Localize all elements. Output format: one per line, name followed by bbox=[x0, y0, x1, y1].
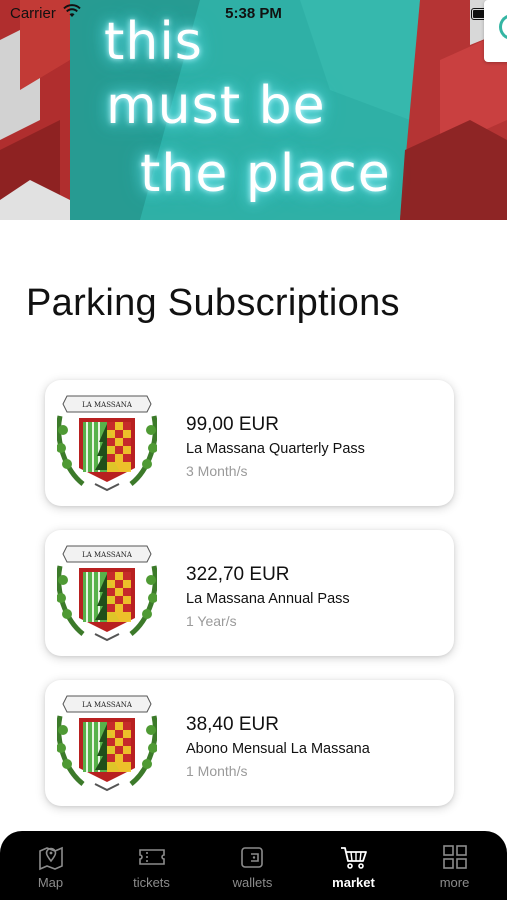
neon-line-3: the place bbox=[140, 144, 391, 204]
tab-market[interactable]: market bbox=[303, 831, 404, 900]
brand-badge bbox=[484, 0, 507, 62]
subscription-name: La Massana Quarterly Pass bbox=[186, 441, 365, 457]
subscription-price: 322,70 EUR bbox=[186, 564, 290, 585]
subscription-duration: 1 Month/s bbox=[186, 763, 248, 779]
subscription-duration: 3 Month/s bbox=[186, 463, 248, 479]
tab-tickets[interactable]: tickets bbox=[101, 831, 202, 900]
logo-text: LA MASSANA bbox=[82, 701, 133, 709]
subscription-card[interactable]: LA MASSANA 99,00 EUR La Massana Quarterl… bbox=[45, 380, 454, 506]
subscription-duration: 1 Year/s bbox=[186, 613, 237, 629]
tab-label: market bbox=[332, 875, 375, 890]
subscription-card[interactable]: LA MASSANA 38,40 EUR Abono Mensual La Ma… bbox=[45, 680, 454, 806]
la-massana-coat-of-arms-icon: LA MASSANA bbox=[57, 695, 157, 792]
tab-label: more bbox=[439, 875, 470, 890]
subscription-price: 38,40 EUR bbox=[186, 714, 279, 735]
la-massana-coat-of-arms-icon: LA MASSANA bbox=[57, 545, 157, 642]
grid-icon bbox=[443, 845, 467, 869]
ticket-icon bbox=[139, 849, 165, 865]
subscription-card[interactable]: LA MASSANA 322,70 EUR La Massana Annual … bbox=[45, 530, 454, 656]
tab-label: wallets bbox=[232, 875, 273, 890]
tab-bar: Map tickets wallets market more bbox=[0, 831, 507, 900]
wallet-icon bbox=[241, 847, 263, 868]
status-time: 5:38 PM bbox=[225, 5, 282, 22]
tab-map[interactable]: Map bbox=[0, 831, 101, 900]
hero-banner: this must be the place Carrier 5:38 PM bbox=[0, 0, 507, 220]
neon-sign: this must be the place bbox=[0, 0, 507, 220]
status-bar: Carrier 5:38 PM bbox=[0, 0, 507, 28]
logo-text: LA MASSANA bbox=[82, 551, 133, 559]
neon-line-2: must be bbox=[106, 76, 326, 136]
subscription-price: 99,00 EUR bbox=[186, 414, 279, 435]
page-title: Parking Subscriptions bbox=[26, 282, 400, 324]
tab-wallets[interactable]: wallets bbox=[202, 831, 303, 900]
map-pin-icon bbox=[39, 846, 63, 871]
cart-icon bbox=[341, 847, 367, 869]
tab-more[interactable]: more bbox=[404, 831, 505, 900]
la-massana-coat-of-arms-icon: LA MASSANA bbox=[57, 395, 157, 492]
logo-text: LA MASSANA bbox=[82, 401, 133, 409]
tab-label: tickets bbox=[133, 875, 170, 890]
subscription-name: Abono Mensual La Massana bbox=[186, 741, 370, 757]
subscription-name: La Massana Annual Pass bbox=[186, 591, 350, 607]
tab-label: Map bbox=[37, 875, 64, 890]
brand-logo-icon bbox=[499, 14, 507, 40]
